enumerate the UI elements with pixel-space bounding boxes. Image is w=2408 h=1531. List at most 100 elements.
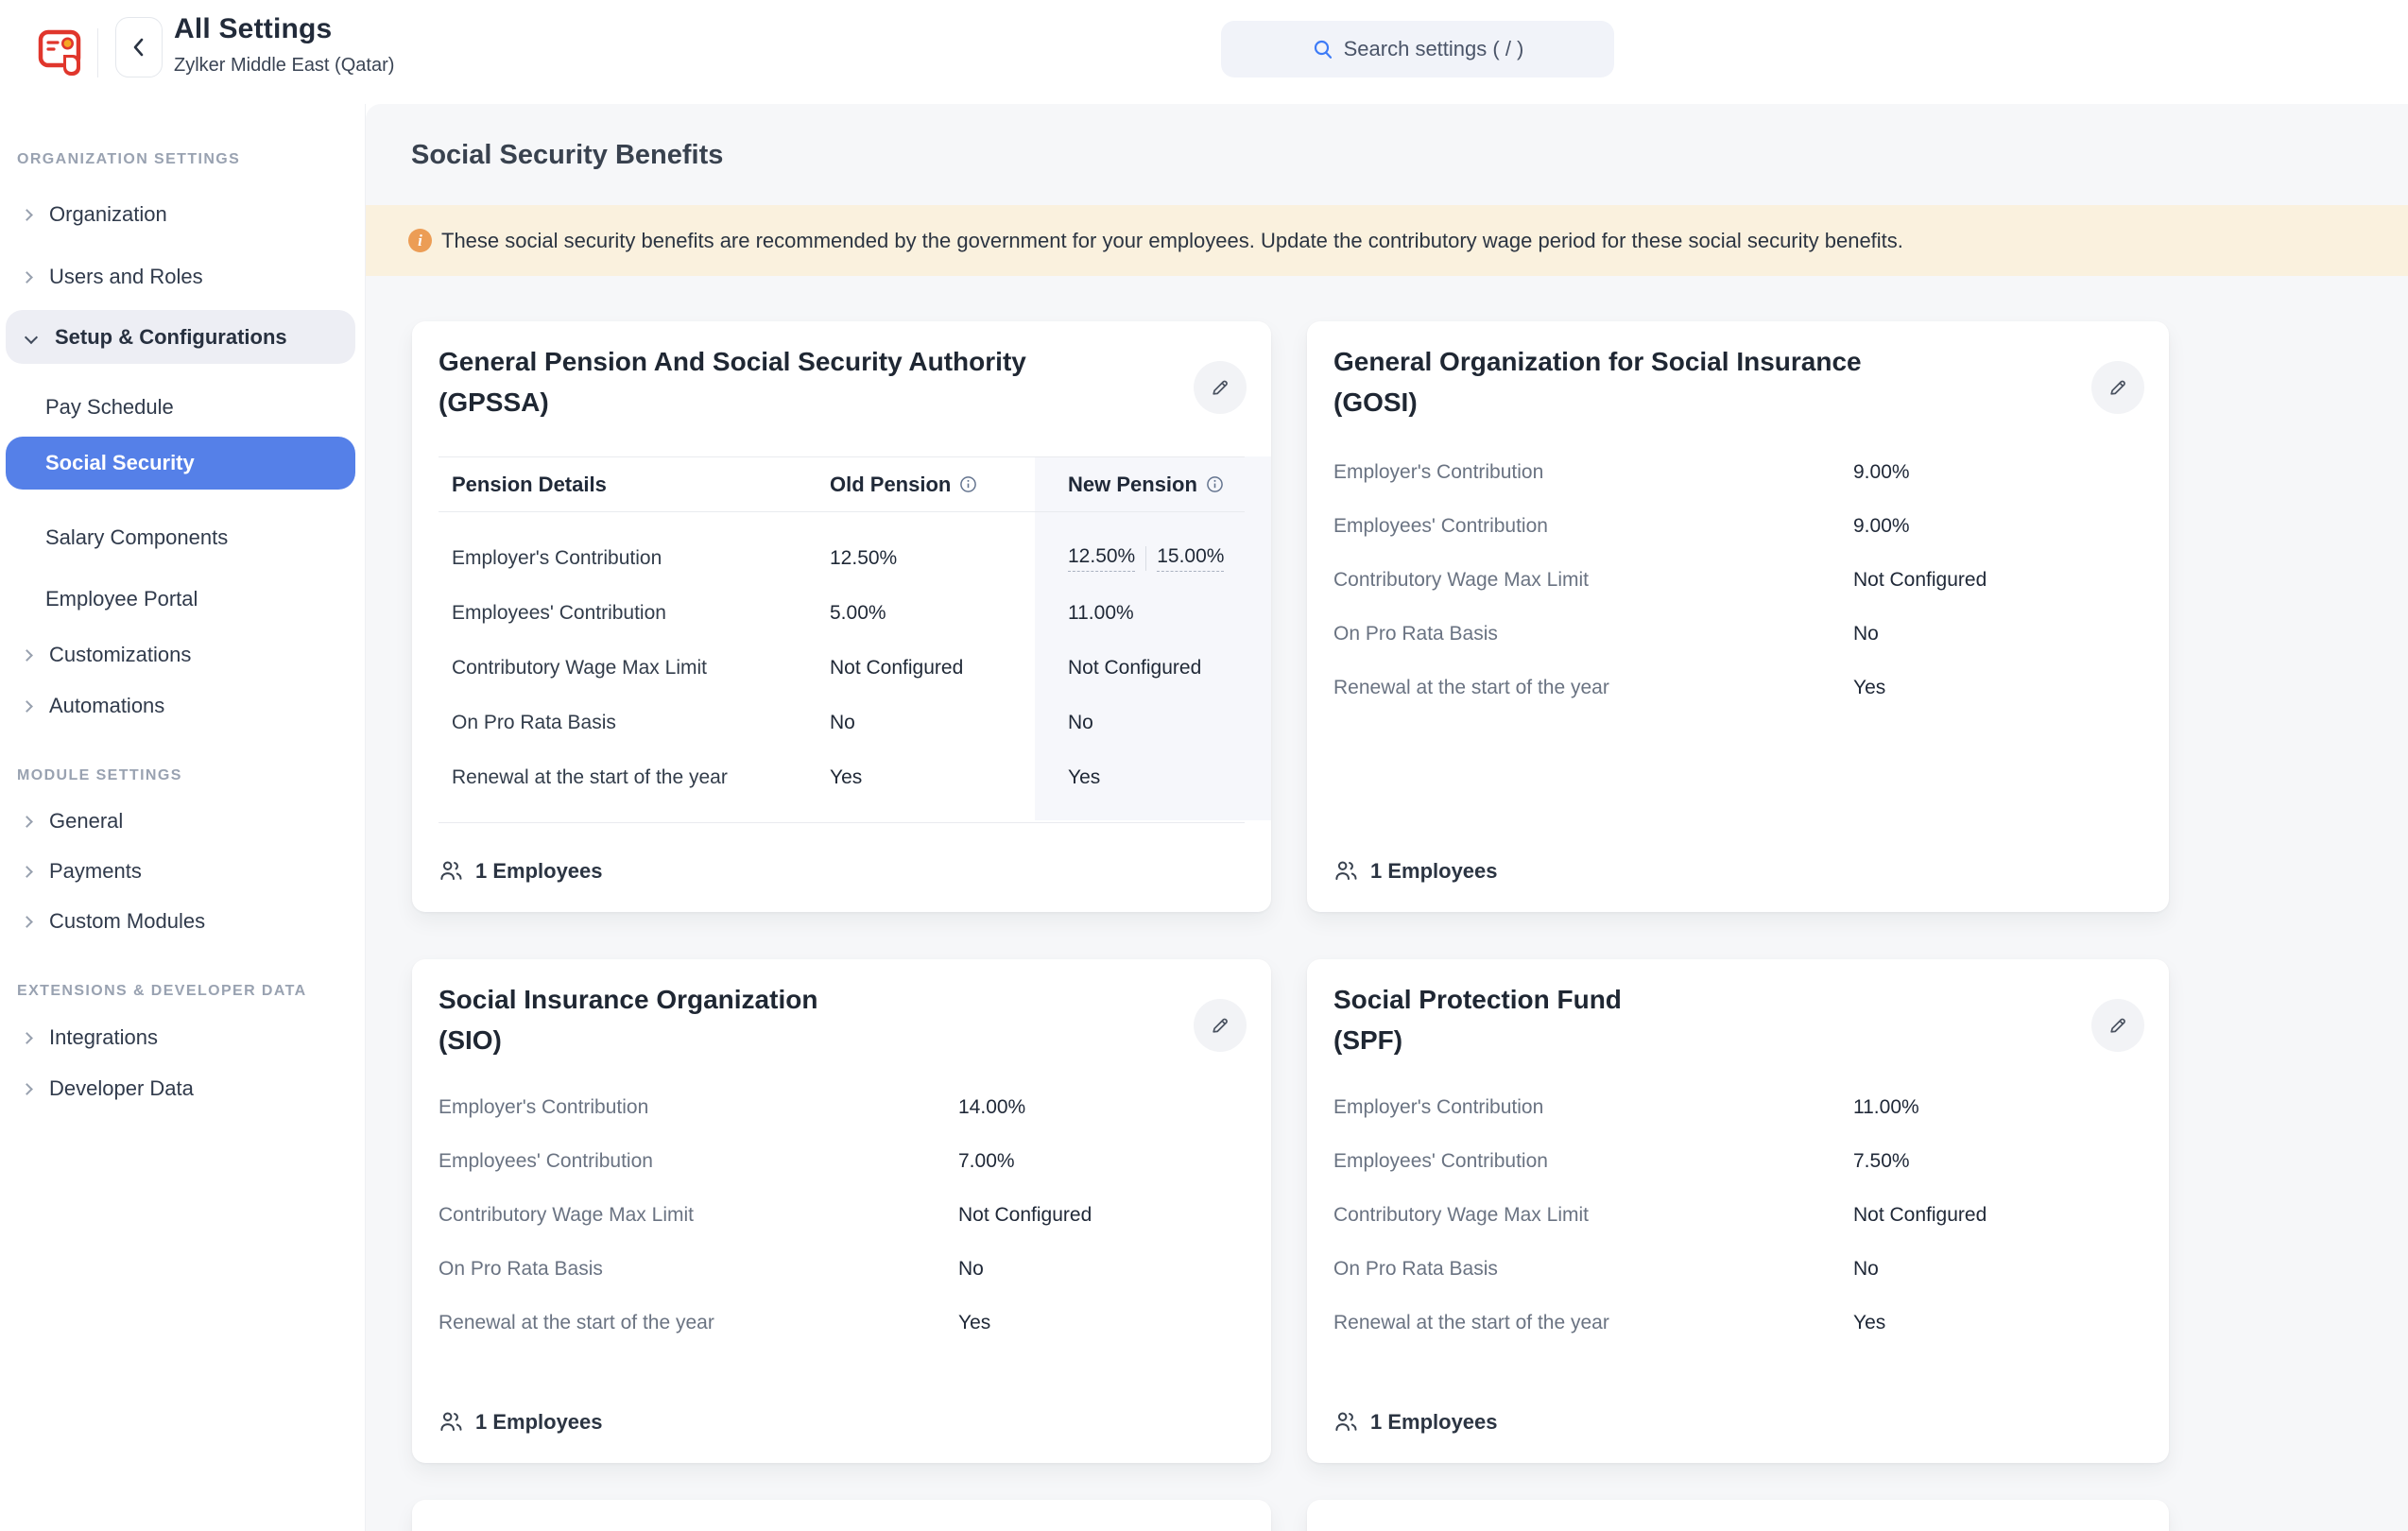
pencil-icon — [2107, 376, 2129, 399]
section-extensions-developer-data: EXTENSIONS & DEVELOPER DATA — [17, 983, 355, 1000]
sidebar-item-automations[interactable]: Automations — [0, 687, 355, 725]
detail-row: Employees' Contribution 9.00% — [1333, 499, 2142, 553]
sidebar-item-custom-modules[interactable]: Custom Modules — [0, 903, 355, 940]
detail-row: On Pro Rata Basis No — [1333, 607, 2142, 661]
detail-row: Contributory Wage Max Limit Not Configur… — [439, 1188, 1245, 1242]
info-outline-icon[interactable] — [1206, 475, 1224, 493]
chevron-right-icon — [21, 1032, 33, 1044]
employees-count[interactable]: 1 Employees — [439, 1409, 603, 1435]
chevron-right-icon — [21, 916, 33, 928]
payroll-logo-icon — [38, 25, 83, 77]
chevron-right-icon — [21, 700, 33, 713]
sidebar-item-employee-portal[interactable]: Employee Portal — [0, 580, 355, 618]
chevron-right-icon — [21, 209, 33, 221]
employees-count[interactable]: 1 Employees — [439, 858, 603, 884]
new-pension-dual-value: 12.50% 15.00% — [1068, 545, 1245, 572]
sidebar-item-setup-configurations[interactable]: Setup & Configurations — [6, 310, 355, 364]
sidebar-item-pay-schedule[interactable]: Pay Schedule — [0, 388, 355, 426]
card-gosi-title: General Organization for Social Insuranc… — [1333, 341, 1862, 422]
chevron-right-icon — [21, 816, 33, 828]
gosi-details: Employer's Contribution 9.00% Employees'… — [1333, 445, 2142, 714]
new-pension-rate-b[interactable]: 15.00% — [1157, 545, 1224, 572]
new-pension-rate-a[interactable]: 12.50% — [1068, 545, 1135, 572]
card-gosi: General Organization for Social Insuranc… — [1307, 321, 2169, 912]
page-title: Social Security Benefits — [411, 140, 723, 171]
sio-details: Employer's Contribution 14.00% Employees… — [439, 1080, 1245, 1350]
two-users-icon — [439, 858, 464, 884]
card-gpssa-title: General Pension And Social Security Auth… — [439, 341, 1026, 422]
search-placeholder: Search settings ( / ) — [1344, 37, 1524, 61]
section-module-settings: MODULE SETTINGS — [17, 767, 355, 784]
detail-row: Employer's Contribution 9.00% — [1333, 445, 2142, 499]
detail-row: Contributory Wage Max Limit Not Configur… — [1333, 1188, 2142, 1242]
table-header-row: Pension Details Old Pension New Pension — [439, 456, 1245, 512]
header-divider — [97, 28, 98, 77]
pencil-icon — [1209, 1014, 1231, 1037]
detail-row: Employees' Contribution 7.50% — [1333, 1134, 2142, 1188]
card-gpssa: General Pension And Social Security Auth… — [412, 321, 1271, 912]
table-row: Renewal at the start of the year Yes Yes — [439, 750, 1245, 805]
two-users-icon — [1333, 858, 1359, 884]
detail-row: Renewal at the start of the year Yes — [439, 1296, 1245, 1350]
sidebar-item-salary-components[interactable]: Salary Components — [0, 519, 355, 557]
card-spf: Social Protection Fund (SPF) Employer's … — [1307, 959, 2169, 1463]
table-row: Contributory Wage Max Limit Not Configur… — [439, 641, 1245, 696]
chevron-down-icon — [25, 331, 38, 344]
sidebar-item-social-security[interactable]: Social Security — [6, 437, 355, 490]
table-body: Employer's Contribution 12.50% 12.50% 15… — [439, 512, 1245, 823]
spf-details: Employer's Contribution 11.00% Employees… — [1333, 1080, 2142, 1350]
sidebar-item-organization[interactable]: Organization — [0, 196, 355, 233]
app-header: All Settings Zylker Middle East (Qatar) … — [0, 0, 2408, 104]
pencil-icon — [2107, 1014, 2129, 1037]
sidebar-item-customizations[interactable]: Customizations — [0, 636, 355, 674]
table-row: Employer's Contribution 12.50% 12.50% 15… — [439, 531, 1245, 586]
search-settings-input[interactable]: Search settings ( / ) — [1221, 21, 1614, 77]
info-banner: i These social security benefits are rec… — [366, 205, 2408, 276]
edit-sio-button[interactable] — [1194, 999, 1247, 1052]
sidebar-item-developer-data[interactable]: Developer Data — [0, 1070, 355, 1108]
detail-row: Renewal at the start of the year Yes — [1333, 661, 2142, 714]
table-row: Employees' Contribution 5.00% 11.00% — [439, 586, 1245, 641]
detail-row: Employees' Contribution 7.00% — [439, 1134, 1245, 1188]
value-separator — [1145, 546, 1146, 571]
search-icon — [1312, 38, 1334, 60]
column-header-pension-details: Pension Details — [439, 473, 830, 497]
detail-row: On Pro Rata Basis No — [439, 1242, 1245, 1296]
settings-sidebar: ORGANIZATION SETTINGS Organization Users… — [0, 104, 366, 1531]
info-icon: i — [408, 229, 432, 252]
edit-gosi-button[interactable] — [2091, 361, 2144, 414]
info-banner-text: These social security benefits are recom… — [441, 229, 1903, 253]
detail-row: Contributory Wage Max Limit Not Configur… — [1333, 553, 2142, 607]
employees-count[interactable]: 1 Employees — [1333, 1409, 1498, 1435]
chevron-right-icon — [21, 1083, 33, 1095]
pencil-icon — [1209, 376, 1231, 399]
card-sio: Social Insurance Organization (SIO) Empl… — [412, 959, 1271, 1463]
sidebar-item-users-and-roles[interactable]: Users and Roles — [0, 258, 355, 296]
column-header-new-pension: New Pension — [1068, 473, 1245, 497]
table-row: On Pro Rata Basis No No — [439, 696, 1245, 750]
edit-gpssa-button[interactable] — [1194, 361, 1247, 414]
section-organization-settings: ORGANIZATION SETTINGS — [17, 151, 355, 168]
chevron-left-icon — [131, 37, 146, 58]
detail-row: Renewal at the start of the year Yes — [1333, 1296, 2142, 1350]
gpssa-pension-table: Pension Details Old Pension New Pension — [439, 456, 1245, 823]
sidebar-item-payments[interactable]: Payments — [0, 852, 355, 890]
two-users-icon — [1333, 1409, 1359, 1435]
sidebar-item-integrations[interactable]: Integrations — [0, 1019, 355, 1057]
two-users-icon — [439, 1409, 464, 1435]
employees-count[interactable]: 1 Employees — [1333, 858, 1498, 884]
info-outline-icon[interactable] — [959, 475, 977, 493]
edit-spf-button[interactable] — [2091, 999, 2144, 1052]
column-header-old-pension: Old Pension — [830, 473, 1068, 497]
sidebar-item-general[interactable]: General — [0, 802, 355, 840]
back-button[interactable] — [115, 17, 163, 77]
card-partial — [412, 1500, 1271, 1531]
detail-row: Employer's Contribution 14.00% — [439, 1080, 1245, 1134]
page-header-title: All Settings — [174, 13, 332, 45]
detail-row: Employer's Contribution 11.00% — [1333, 1080, 2142, 1134]
chevron-right-icon — [21, 649, 33, 662]
chevron-right-icon — [21, 866, 33, 878]
detail-row: On Pro Rata Basis No — [1333, 1242, 2142, 1296]
card-spf-title: Social Protection Fund (SPF) — [1333, 979, 1622, 1060]
card-sio-title: Social Insurance Organization (SIO) — [439, 979, 817, 1060]
